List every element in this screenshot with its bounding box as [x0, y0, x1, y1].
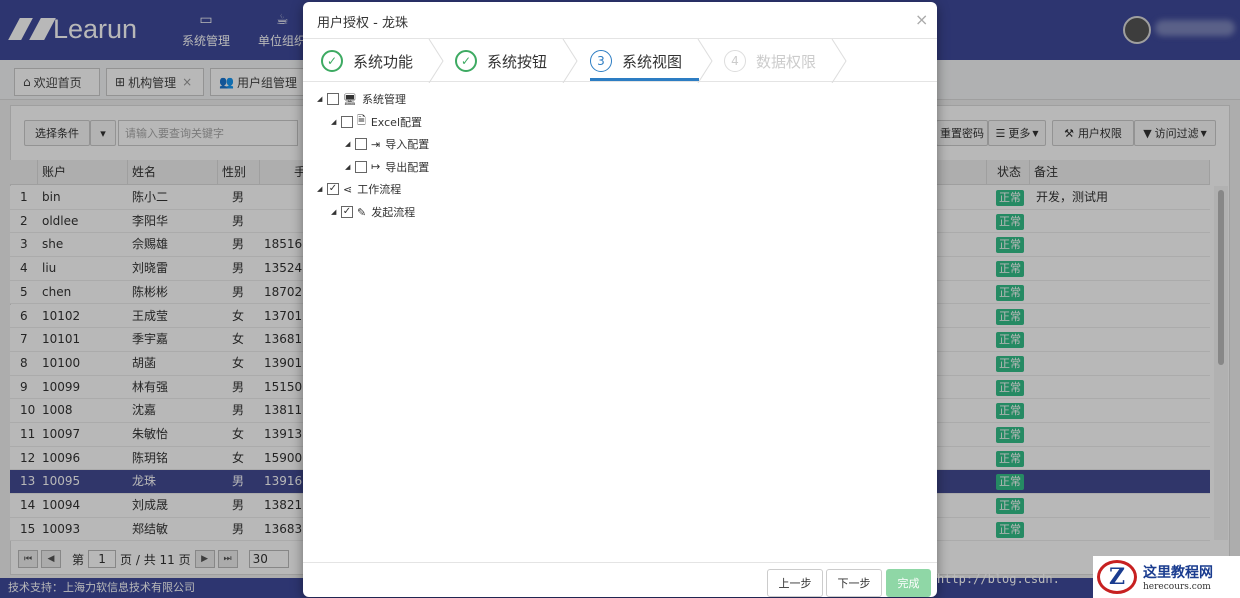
step-label: 系统功能 [353, 52, 414, 71]
tree-checkbox[interactable] [341, 115, 353, 128]
tree-checkbox[interactable] [327, 93, 339, 105]
active-step-indicator [590, 78, 699, 81]
check-icon: ✓ [321, 50, 343, 72]
prev-step-button[interactable]: 上一步 [767, 569, 823, 597]
step-system-buttons[interactable]: ✓ 系统按钮 [455, 39, 547, 83]
tree-node[interactable]: ◢ ↦ 导出配置 [345, 158, 429, 176]
close-icon[interactable]: × [915, 10, 928, 29]
monitor-icon: 🖥 [343, 92, 357, 106]
step-system-functions[interactable]: ✓ 系统功能 [321, 39, 413, 83]
next-step-button[interactable]: 下一步 [826, 569, 882, 597]
watermark-site-cn: 这里教程网 [1143, 565, 1213, 581]
tree-node-label: 导出配置 [385, 160, 430, 174]
tree-node[interactable]: ◢ ✓ ✎ 发起流程 [331, 203, 415, 221]
tree-node-label: 发起流程 [371, 206, 416, 219]
tree-node[interactable]: ◢ ⇥ 导入配置 [345, 135, 429, 153]
wizard-steps: ✓ 系统功能 ✓ 系统按钮 3 系统视图 4 数据权限 [303, 38, 937, 83]
dialog-footer: 上一步 下一步 完成 [303, 562, 937, 597]
expand-triangle-icon[interactable]: ◢ [317, 95, 327, 103]
file-excel-icon: 🗎 [357, 114, 366, 128]
sign-out-icon: ↦ [371, 160, 381, 174]
tree-node-label: 工作流程 [357, 183, 402, 197]
step-number: 3 [590, 50, 612, 72]
tree-checkbox[interactable] [355, 160, 367, 173]
expand-triangle-icon[interactable]: ◢ [331, 208, 341, 216]
check-icon: ✓ [455, 50, 477, 72]
step-label: 系统视图 [622, 52, 683, 71]
tree-node[interactable]: ◢ ✓ ⋖ 工作流程 [317, 180, 401, 198]
tree-checkbox[interactable]: ✓ [341, 206, 353, 218]
watermark-logo: Z 这里教程网 herecours.com [1093, 556, 1240, 598]
step-label: 数据权限 [756, 52, 817, 71]
step-number: 4 [724, 50, 746, 72]
tree-node-label: 系统管理 [361, 93, 406, 106]
expand-triangle-icon[interactable]: ◢ [331, 118, 341, 126]
expand-triangle-icon[interactable]: ◢ [345, 140, 355, 148]
tree-node-label: 导入配置 [385, 138, 430, 152]
tree-node-label: Excel配置 [370, 115, 422, 129]
finish-button[interactable]: 完成 [886, 569, 931, 597]
sign-in-icon: ⇥ [371, 137, 381, 151]
watermark-site-en: herecours.com [1143, 582, 1211, 592]
tree-node[interactable]: ◢ 🖥 系统管理 [317, 90, 406, 108]
expand-triangle-icon[interactable]: ◢ [345, 163, 355, 171]
step-label: 系统按钮 [487, 52, 548, 71]
share-alt-icon: ⋖ [343, 182, 353, 196]
watermark-letter: Z [1097, 560, 1137, 594]
tree-checkbox[interactable]: ✓ [327, 183, 339, 196]
tree-node[interactable]: ◢ 🗎 Excel配置 [331, 113, 422, 131]
expand-triangle-icon[interactable]: ◢ [317, 185, 327, 193]
dialog-title: 用户授权 - 龙珠 [317, 16, 408, 31]
user-authorization-dialog: 用户授权 - 龙珠 × ✓ 系统功能 ✓ 系统按钮 3 系统视图 4 数据权限 ◢ 🖥 系统… [303, 2, 937, 597]
edit-icon: ✎ [357, 205, 367, 219]
tree-checkbox[interactable] [355, 138, 367, 151]
step-system-views[interactable]: 3 系统视图 [590, 39, 682, 83]
step-data-permissions[interactable]: 4 数据权限 [724, 39, 816, 83]
watermark-url: http://blog.csdn. [937, 572, 1060, 586]
